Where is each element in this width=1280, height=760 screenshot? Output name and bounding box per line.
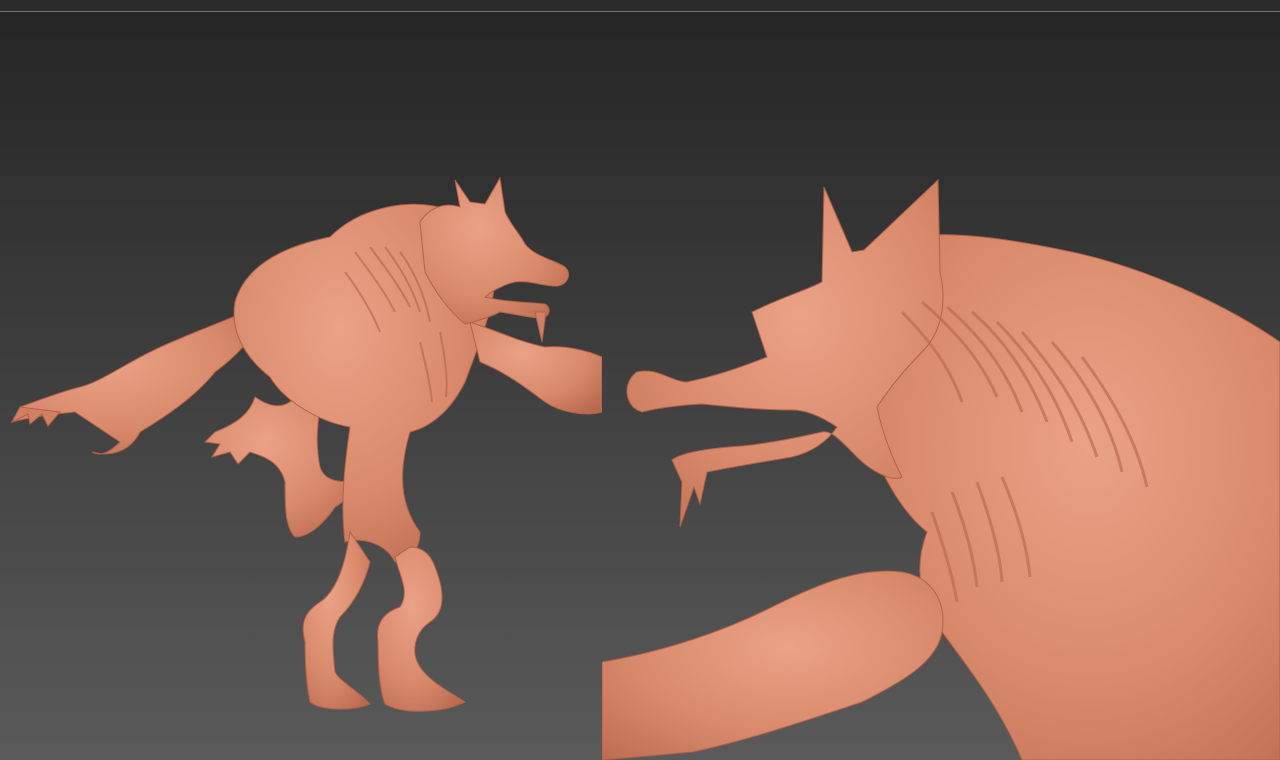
full-body-render (0, 12, 602, 760)
sculpt-viewer (0, 0, 1280, 760)
close-up-render (602, 12, 1280, 760)
viewport-full-body[interactable] (0, 12, 602, 760)
viewport-close-up[interactable] (602, 12, 1280, 760)
top-bar (0, 0, 1280, 12)
